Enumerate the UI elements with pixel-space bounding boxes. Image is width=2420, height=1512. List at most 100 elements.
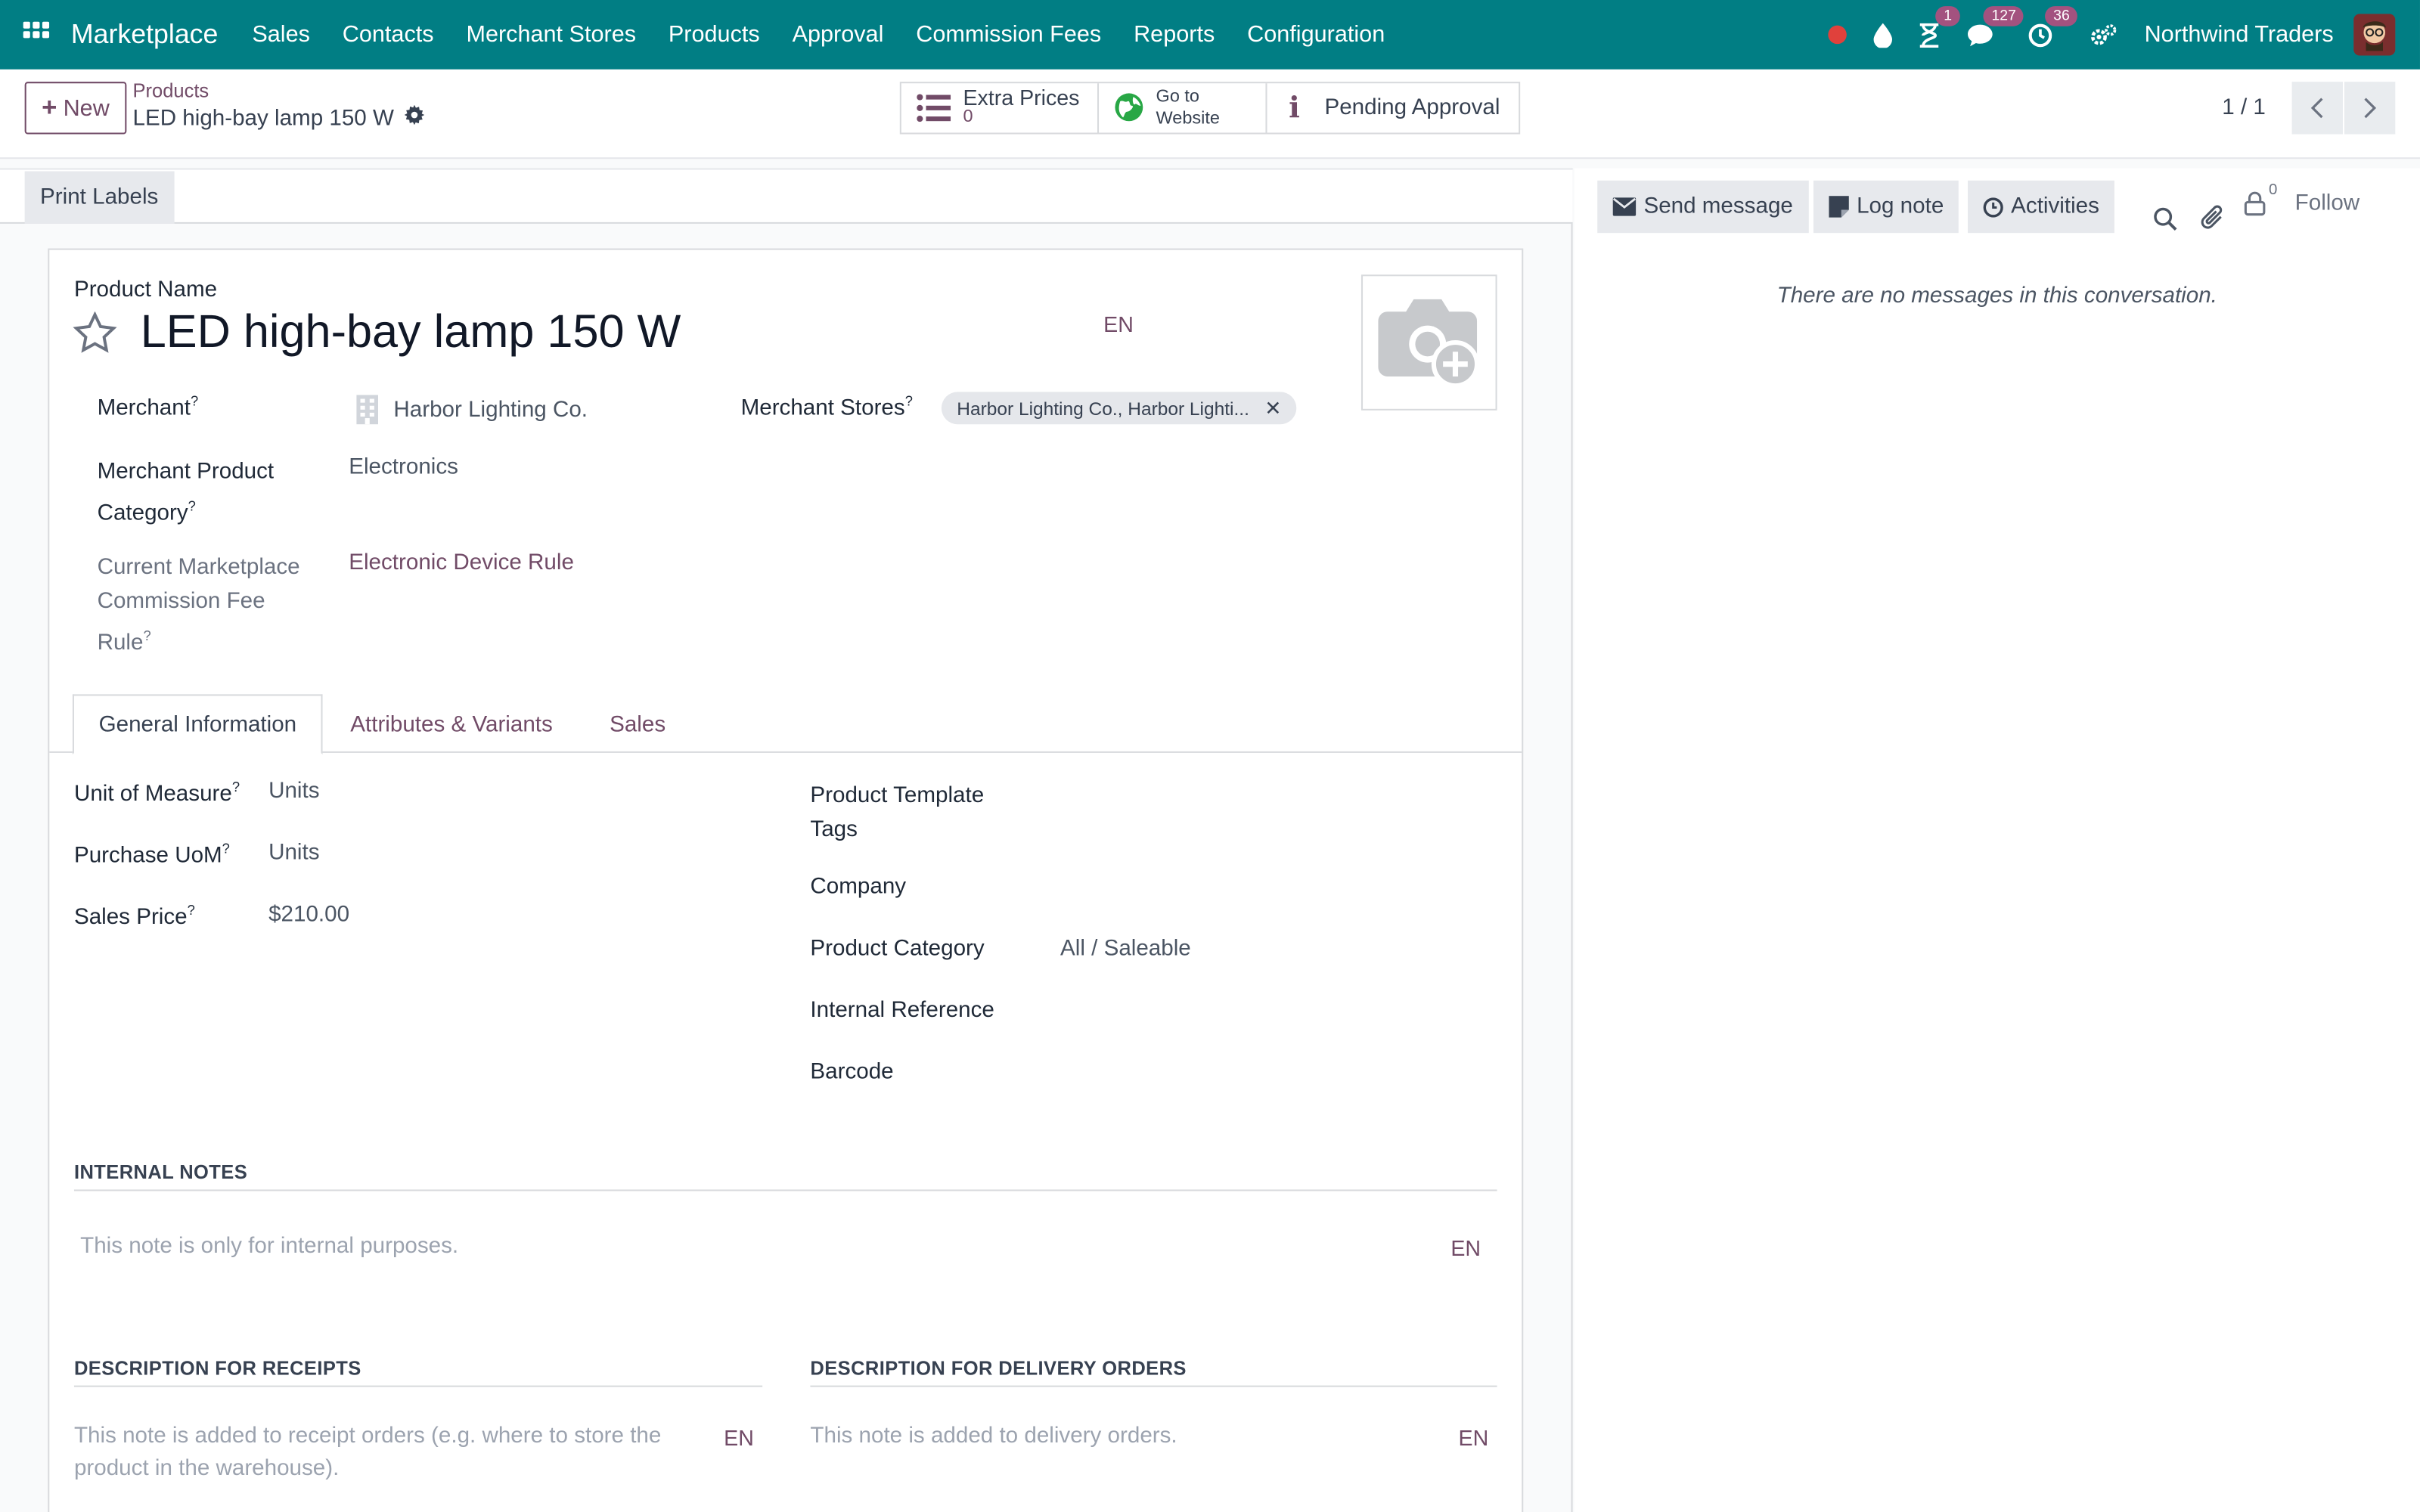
notebook-tabs: General Information Attributes & Variant…: [49, 694, 1522, 754]
favorite-star-icon[interactable]: [73, 311, 117, 367]
extra-prices-button[interactable]: Extra Prices 0: [901, 83, 1100, 133]
print-labels-button[interactable]: Print Labels: [24, 171, 174, 224]
receipts-description-input[interactable]: This note is added to receipt orders (e.…: [74, 1421, 691, 1486]
clock-small-icon: [1983, 197, 2003, 217]
drop-icon[interactable]: [1874, 22, 1893, 48]
barcode-label: Barcode: [810, 1060, 894, 1085]
merchant-label: Merchant?: [97, 393, 199, 421]
form-status-bar: Print Labels: [0, 168, 1573, 224]
company-label: Company: [810, 875, 907, 900]
menu-configuration[interactable]: Configuration: [1247, 22, 1385, 48]
merchant-category-label: Merchant Product Category?: [97, 460, 275, 526]
camera-plus-icon: [1378, 299, 1480, 389]
follow-button[interactable]: Follow: [2295, 191, 2360, 216]
merchant-store-tag-label: Harbor Lighting Co., Harbor Lighti...: [957, 397, 1249, 420]
delivery-description-title: DESCRIPTION FOR DELIVERY ORDERS: [810, 1357, 1187, 1380]
product-name-lang-button[interactable]: EN: [1103, 311, 1134, 336]
internal-reference-input[interactable]: [1060, 998, 1497, 1032]
template-tags-label: Product Template Tags: [810, 783, 985, 843]
receipts-description-title: DESCRIPTION FOR RECEIPTS: [73, 1357, 361, 1380]
paperclip-icon[interactable]: [2201, 191, 2226, 243]
internal-notes-lang-button[interactable]: EN: [1450, 1236, 1481, 1261]
internal-notes-input[interactable]: This note is only for internal purposes.: [80, 1232, 458, 1264]
tab-general-information[interactable]: General Information: [72, 694, 323, 754]
followers-button[interactable]: 0: [2244, 182, 2277, 216]
activities-button[interactable]: Activities: [1968, 180, 2115, 234]
lock-person-icon: [2244, 191, 2266, 216]
merchant-store-tag: Harbor Lighting Co., Harbor Lighti... ✕: [941, 392, 1297, 425]
breadcrumb-current: LED high-bay lamp 150 W: [132, 104, 425, 132]
delivery-divider: [810, 1385, 1497, 1387]
pending-approval-label: Pending Approval: [1324, 95, 1500, 121]
form-view: Print Labels Product Name LED high-bay l…: [0, 168, 1573, 1512]
go-to-website-button[interactable]: Go to Website: [1099, 83, 1267, 133]
clock-badge: 36: [2045, 5, 2077, 26]
gear-icon[interactable]: [405, 104, 425, 132]
new-button-label: New: [63, 94, 110, 122]
purchase-uom-value[interactable]: Units: [268, 841, 319, 866]
menu-merchant-stores[interactable]: Merchant Stores: [466, 22, 636, 48]
product-name-label: Product Name: [73, 277, 218, 302]
menu-reports[interactable]: Reports: [1134, 22, 1215, 48]
pager-previous-button[interactable]: [2291, 82, 2343, 135]
app-grid-icon[interactable]: [0, 0, 71, 70]
website-line-2: Website: [1156, 109, 1220, 129]
commission-rule-label: Current Marketplace Commission Fee Rule?: [97, 555, 300, 655]
log-note-button[interactable]: Log note: [1813, 180, 1959, 234]
send-message-button[interactable]: Send message: [1597, 180, 1809, 234]
company-input[interactable]: [1060, 875, 1497, 909]
tab-attributes-variants[interactable]: Attributes & Variants: [326, 694, 578, 754]
breadcrumb-products[interactable]: Products: [133, 80, 209, 102]
search-icon[interactable]: [2153, 191, 2178, 243]
new-button[interactable]: + New: [24, 82, 127, 135]
receipts-divider: [73, 1385, 763, 1387]
merchant-category-value[interactable]: Electronics: [349, 455, 458, 480]
building-icon: [356, 395, 378, 425]
recording-dot-icon[interactable]: [1828, 25, 1848, 45]
record-name: LED high-bay lamp 150 W: [132, 105, 394, 131]
commission-rule-link[interactable]: Electronic Device Rule: [349, 551, 574, 576]
user-avatar[interactable]: [2353, 14, 2396, 56]
extra-prices-label: Extra Prices: [963, 85, 1080, 110]
product-name-input[interactable]: LED high-bay lamp 150 W: [141, 307, 681, 359]
menu-contacts[interactable]: Contacts: [343, 22, 434, 48]
tab-sales[interactable]: Sales: [585, 694, 690, 754]
settings-gears-icon[interactable]: [2090, 23, 2118, 48]
internal-notes-title: INTERNAL NOTES: [73, 1161, 248, 1184]
menu-commission-fees[interactable]: Commission Fees: [916, 22, 1101, 48]
activity-hourglass-icon[interactable]: 1: [1919, 5, 1960, 48]
product-category-value[interactable]: All / Saleable: [1060, 937, 1191, 962]
menu-sales[interactable]: Sales: [252, 22, 310, 48]
activities-label: Activities: [2011, 194, 2099, 219]
app-brand[interactable]: Marketplace: [71, 18, 219, 51]
clock-icon[interactable]: 36: [2029, 5, 2077, 48]
receipts-lang-button[interactable]: EN: [724, 1426, 754, 1451]
menu-approval[interactable]: Approval: [793, 22, 884, 48]
chatter-panel: Send message Log note Activities 0 Follo…: [1574, 168, 2420, 1512]
navbar-systray: 1 127 36 Northwind Traders: [1828, 0, 2420, 70]
purchase-uom-label: Purchase UoM?: [73, 841, 230, 869]
extra-prices-count: 0: [963, 107, 973, 127]
activity-badge: 1: [1936, 5, 1960, 26]
messages-icon[interactable]: 127: [1967, 5, 2024, 48]
product-image-placeholder[interactable]: [1360, 274, 1497, 411]
record-pager: 1 / 1: [2222, 82, 2396, 135]
pager-next-button[interactable]: [2344, 82, 2396, 135]
template-tags-input[interactable]: [1060, 779, 1497, 813]
delivery-description-input[interactable]: This note is added to delivery orders.: [810, 1421, 1177, 1454]
remove-tag-icon[interactable]: ✕: [1264, 395, 1281, 420]
barcode-input[interactable]: [1060, 1060, 1497, 1094]
uom-value[interactable]: Units: [268, 779, 319, 804]
pager-value[interactable]: 1 / 1: [2222, 96, 2266, 121]
pending-approval-button[interactable]: i Pending Approval: [1267, 83, 1519, 132]
info-icon: i: [1289, 91, 1300, 125]
envelope-icon: [1612, 197, 1637, 216]
menu-products[interactable]: Products: [669, 22, 760, 48]
merchant-field[interactable]: Harbor Lighting Co.: [355, 393, 588, 426]
followers-count: 0: [2268, 181, 2278, 200]
sales-price-value[interactable]: $210.00: [268, 903, 349, 928]
internal-notes-divider: [73, 1189, 1497, 1191]
main-navbar: Marketplace Sales Contacts Merchant Stor…: [0, 0, 2420, 70]
company-switcher[interactable]: Northwind Traders: [2145, 22, 2334, 48]
delivery-lang-button[interactable]: EN: [1459, 1426, 1489, 1451]
